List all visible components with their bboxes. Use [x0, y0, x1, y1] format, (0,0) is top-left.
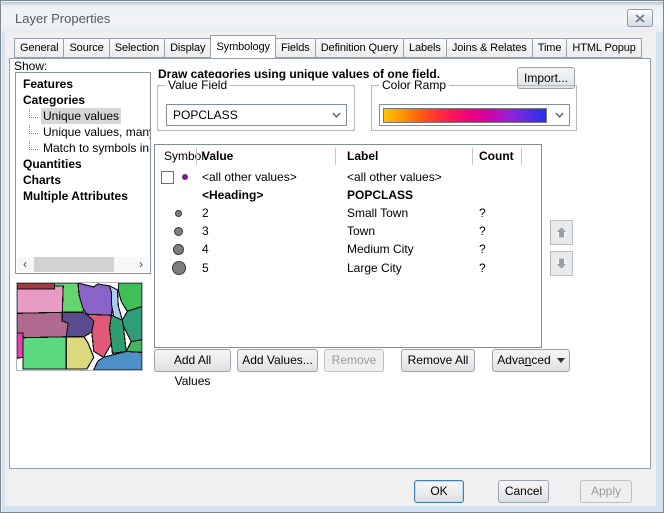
- cell-label[interactable]: Town: [347, 224, 479, 238]
- other-values-symbol-icon[interactable]: [182, 174, 188, 180]
- tree-elbow-icon: [29, 141, 38, 150]
- apply-button[interactable]: Apply: [580, 480, 632, 503]
- tab-labels[interactable]: Labels: [403, 38, 447, 58]
- tab-html-popup[interactable]: HTML Popup: [566, 38, 641, 58]
- table-header: Symbol Value Label Count: [155, 145, 541, 168]
- ok-button[interactable]: OK: [414, 480, 464, 503]
- tab-general[interactable]: General: [14, 38, 64, 58]
- tree-horizontal-scrollbar[interactable]: ‹ ›: [17, 257, 149, 272]
- advanced-menu-button[interactable]: Advanced: [492, 349, 570, 372]
- tree-item-multiple-attributes[interactable]: Multiple Attributes: [16, 188, 150, 204]
- show-tree: Features Categories Unique values Unique…: [15, 72, 151, 274]
- unique-values-table: Symbol Value Label Count <all other valu…: [154, 144, 542, 348]
- table-row[interactable]: <Heading> POPCLASS: [155, 186, 541, 204]
- column-separator: [196, 148, 197, 165]
- tree-item-unique-values[interactable]: Unique values: [16, 108, 150, 124]
- window-title: Layer Properties: [15, 11, 110, 26]
- tree-elbow-icon: [29, 109, 38, 118]
- table-row[interactable]: <all other values> <all other values>: [155, 168, 541, 186]
- tree-item-features[interactable]: Features: [16, 76, 150, 92]
- remove-button[interactable]: Remove: [324, 349, 384, 372]
- tab-definition-query[interactable]: Definition Query: [315, 38, 404, 58]
- point-symbol-icon[interactable]: [172, 261, 186, 275]
- table-row[interactable]: 5 Large City ?: [155, 258, 541, 278]
- column-header-symbol: Symbol: [164, 149, 204, 163]
- cell-count: ?: [479, 224, 541, 238]
- window-frame-right: [656, 32, 664, 506]
- arrow-down-icon: [554, 256, 569, 271]
- color-ramp-select[interactable]: [379, 104, 570, 126]
- chevron-down-icon: [332, 112, 341, 118]
- cancel-button[interactable]: Cancel: [498, 480, 549, 503]
- chevron-left-icon[interactable]: ‹: [17, 257, 33, 272]
- cell-label[interactable]: <all other values>: [347, 170, 479, 184]
- remove-all-button[interactable]: Remove All: [401, 349, 475, 372]
- cell-count: ?: [479, 261, 541, 275]
- color-ramp-swatch: [383, 108, 547, 123]
- color-ramp-group: Color Ramp: [371, 85, 577, 131]
- title-bar: Layer Properties: [2, 2, 663, 32]
- add-values-button[interactable]: Add Values...: [237, 349, 318, 372]
- cell-label[interactable]: Medium City: [347, 242, 479, 256]
- tree-item-charts[interactable]: Charts: [16, 172, 150, 188]
- column-header-value: Value: [202, 149, 233, 163]
- cell-value: 4: [202, 242, 347, 256]
- tab-symbology[interactable]: Symbology: [210, 35, 276, 58]
- dropdown-arrow-icon: [557, 358, 565, 363]
- value-field-current: POPCLASS: [173, 108, 238, 122]
- table-row[interactable]: 3 Town ?: [155, 222, 541, 240]
- cell-label[interactable]: Small Town: [347, 206, 479, 220]
- chevron-down-icon: [555, 112, 564, 118]
- cell-value: <Heading>: [202, 188, 347, 202]
- close-button[interactable]: [627, 9, 653, 27]
- show-label: Show:: [14, 59, 47, 73]
- advanced-button-label: Advanced: [497, 350, 550, 371]
- window-frame-bottom: [2, 506, 664, 513]
- table-row[interactable]: 4 Medium City ?: [155, 240, 541, 258]
- tab-strip: General Source Selection Display Symbolo…: [14, 37, 642, 58]
- table-row[interactable]: 2 Small Town ?: [155, 204, 541, 222]
- tab-source[interactable]: Source: [63, 38, 109, 58]
- cell-label[interactable]: POPCLASS: [347, 188, 479, 202]
- color-ramp-label: Color Ramp: [379, 78, 449, 92]
- cell-value: 3: [202, 224, 347, 238]
- cell-count: ?: [479, 206, 541, 220]
- cell-value: 5: [202, 261, 347, 275]
- move-down-button[interactable]: [550, 251, 573, 276]
- cell-value: <all other values>: [202, 170, 347, 184]
- tree-item-unique-values-many[interactable]: Unique values, many: [16, 124, 150, 140]
- chevron-right-icon[interactable]: ›: [133, 257, 149, 272]
- tab-time[interactable]: Time: [532, 38, 568, 58]
- cell-count: ?: [479, 242, 541, 256]
- arrow-up-icon: [554, 225, 569, 240]
- cell-label[interactable]: Large City: [347, 261, 479, 275]
- tab-selection[interactable]: Selection: [109, 38, 165, 58]
- value-field-group: Value Field POPCLASS: [157, 85, 355, 131]
- other-values-checkbox[interactable]: [161, 171, 174, 184]
- map-preview: [16, 282, 143, 371]
- tree-item-quantities[interactable]: Quantities: [16, 156, 150, 172]
- value-field-select[interactable]: POPCLASS: [166, 104, 347, 126]
- tab-joins-relates[interactable]: Joins & Relates: [446, 38, 533, 58]
- tab-display[interactable]: Display: [164, 38, 211, 58]
- column-separator: [521, 148, 522, 165]
- move-up-button[interactable]: [550, 220, 573, 245]
- close-icon: [635, 14, 645, 23]
- scrollbar-thumb[interactable]: [34, 257, 114, 272]
- tree-item-categories[interactable]: Categories: [16, 92, 150, 108]
- layer-properties-dialog: Layer Properties General Source Selectio…: [0, 0, 664, 513]
- tree-item-match-symbols[interactable]: Match to symbols in a: [16, 140, 150, 156]
- point-symbol-icon[interactable]: [174, 227, 183, 236]
- point-symbol-icon[interactable]: [175, 210, 182, 217]
- column-header-label: Label: [347, 149, 378, 163]
- add-all-values-button[interactable]: Add All Values: [154, 349, 231, 372]
- column-separator: [335, 148, 336, 165]
- column-separator: [472, 148, 473, 165]
- value-field-label: Value Field: [165, 78, 230, 92]
- column-header-count: Count: [479, 149, 514, 163]
- tab-fields[interactable]: Fields: [275, 38, 316, 58]
- tree-elbow-icon: [29, 125, 38, 134]
- point-symbol-icon[interactable]: [173, 244, 184, 255]
- cell-value: 2: [202, 206, 347, 220]
